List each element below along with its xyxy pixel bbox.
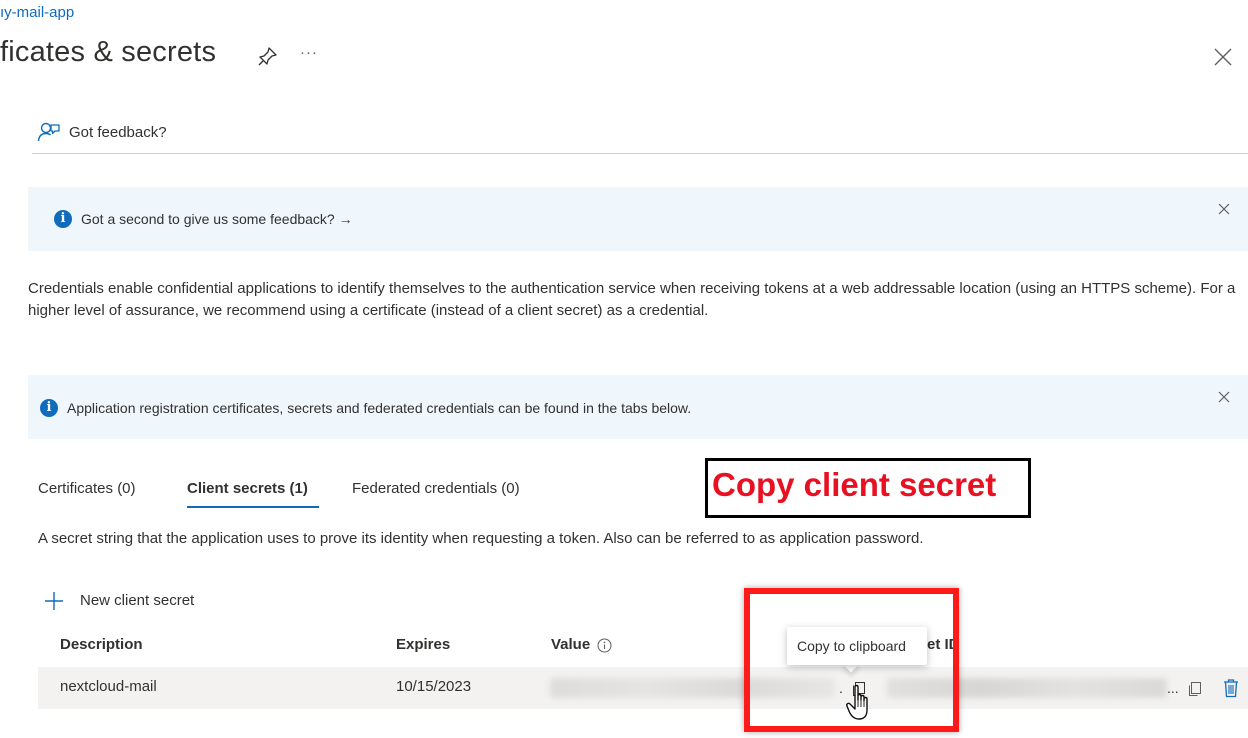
divider	[32, 153, 1248, 154]
trash-icon[interactable]	[1222, 678, 1240, 698]
secret-description-cell: nextcloud-mail	[60, 678, 157, 695]
got-feedback-link[interactable]: Got feedback?	[69, 124, 167, 141]
active-tab-indicator	[187, 506, 319, 508]
tab-federated-credentials[interactable]: Federated credentials (0)	[352, 480, 520, 497]
credentials-description: Credentials enable confidential applicat…	[28, 280, 1236, 319]
tab-client-secrets[interactable]: Client secrets (1)	[187, 480, 308, 497]
callout-text: Copy client secret	[712, 466, 997, 503]
more-options-icon[interactable]: ···	[300, 44, 318, 61]
feedback-icon[interactable]	[37, 120, 61, 144]
column-header-expires: Expires	[396, 636, 451, 653]
tab-certificates[interactable]: Certificates (0)	[38, 480, 136, 497]
info-banner-text: Application registration certificates, s…	[67, 400, 692, 416]
breadcrumb[interactable]: ıy-mail-app	[0, 4, 74, 21]
column-header-value: Value	[551, 636, 591, 653]
plus-icon[interactable]	[44, 591, 64, 611]
page-title: ficates & secrets	[0, 36, 217, 68]
column-header-description: Description	[60, 636, 143, 653]
copy-icon[interactable]	[1187, 681, 1203, 697]
feedback-banner-text[interactable]: Got a second to give us some feedback? →	[81, 211, 353, 227]
close-icon[interactable]	[1218, 203, 1230, 215]
hand-cursor-icon	[846, 684, 868, 720]
info-icon[interactable]	[597, 638, 612, 653]
client-secrets-helper-text: A secret string that the application use…	[38, 530, 924, 547]
info-icon: i	[54, 210, 72, 228]
pin-icon[interactable]	[257, 45, 279, 67]
secret-id-trail: ...	[1167, 680, 1179, 696]
new-client-secret-button[interactable]: New client secret	[80, 592, 194, 609]
close-icon[interactable]	[1218, 391, 1230, 403]
secret-expires-cell: 10/15/2023	[396, 678, 472, 695]
info-icon: i	[40, 399, 58, 417]
close-icon[interactable]	[1212, 46, 1234, 68]
